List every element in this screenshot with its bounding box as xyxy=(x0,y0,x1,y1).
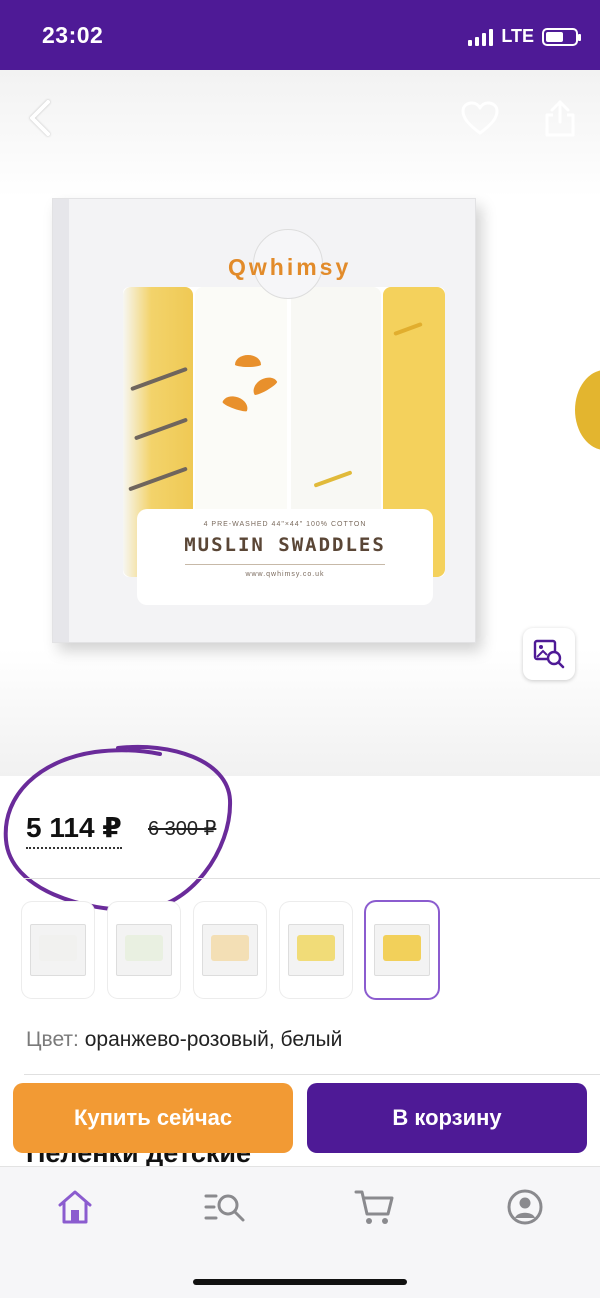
divider xyxy=(24,878,600,879)
visual-search-button[interactable] xyxy=(523,628,575,680)
next-image-peek xyxy=(575,370,600,450)
buy-now-button[interactable]: Купить сейчас xyxy=(13,1083,293,1153)
box-title: MUSLIN SWADDLES xyxy=(184,534,386,556)
old-price: 6 300 ₽ xyxy=(148,818,217,840)
tab-catalog[interactable] xyxy=(203,1185,247,1229)
share-icon xyxy=(545,100,575,137)
tab-home[interactable] xyxy=(53,1185,97,1229)
network-type: LTE xyxy=(501,26,534,46)
profile-icon xyxy=(507,1189,543,1225)
variant-thumbnail-selected[interactable] xyxy=(366,902,438,998)
divider xyxy=(24,1074,600,1075)
back-button[interactable] xyxy=(18,96,62,140)
brand-logo: Qwhimsy xyxy=(228,254,352,280)
color-label: Цвет: xyxy=(26,1028,79,1051)
current-price[interactable]: 5 114 ₽ xyxy=(26,811,122,849)
price-block: 5 114 ₽ 6 300 ₽ xyxy=(0,776,600,880)
box-subtitle: 4 PRE-WASHED 44"×44" 100% COTTON xyxy=(203,521,367,528)
image-search-icon xyxy=(533,639,565,669)
bottom-tab-bar xyxy=(0,1166,600,1298)
cart-icon xyxy=(354,1190,394,1224)
home-indicator xyxy=(193,1279,407,1285)
tab-profile[interactable] xyxy=(503,1185,547,1229)
product-box-image: Qwhimsy 4 PRE-WASHED 44"×44" 100% COTTON… xyxy=(52,198,476,643)
back-arrow-icon xyxy=(30,100,50,136)
color-info: Цвет: оранжево-розовый, белый xyxy=(26,1028,342,1052)
home-icon xyxy=(58,1190,92,1224)
share-button[interactable] xyxy=(538,96,582,140)
favorite-button[interactable] xyxy=(458,96,502,140)
box-website: www.qwhimsy.co.uk xyxy=(245,571,325,578)
status-time: 23:02 xyxy=(42,22,104,48)
catalog-search-icon xyxy=(204,1194,245,1222)
status-indicators: LTE xyxy=(468,26,581,47)
color-value: оранжево-розовый, белый xyxy=(84,1028,343,1051)
status-bar: 23:02 LTE xyxy=(0,0,600,70)
box-label: 4 PRE-WASHED 44"×44" 100% COTTON MUSLIN … xyxy=(137,509,433,605)
variant-thumbnails xyxy=(22,902,600,1002)
variant-thumbnail[interactable] xyxy=(194,902,266,998)
battery-icon xyxy=(542,27,581,46)
product-image-gallery[interactable]: Qwhimsy 4 PRE-WASHED 44"×44" 100% COTTON… xyxy=(0,70,600,776)
heart-icon xyxy=(461,101,499,135)
signal-icon xyxy=(468,28,494,46)
variant-thumbnail[interactable] xyxy=(22,902,94,998)
tab-cart[interactable] xyxy=(353,1185,397,1229)
variant-thumbnail[interactable] xyxy=(280,902,352,998)
add-to-cart-button[interactable]: В корзину xyxy=(307,1083,587,1153)
variant-thumbnail[interactable] xyxy=(108,902,180,998)
